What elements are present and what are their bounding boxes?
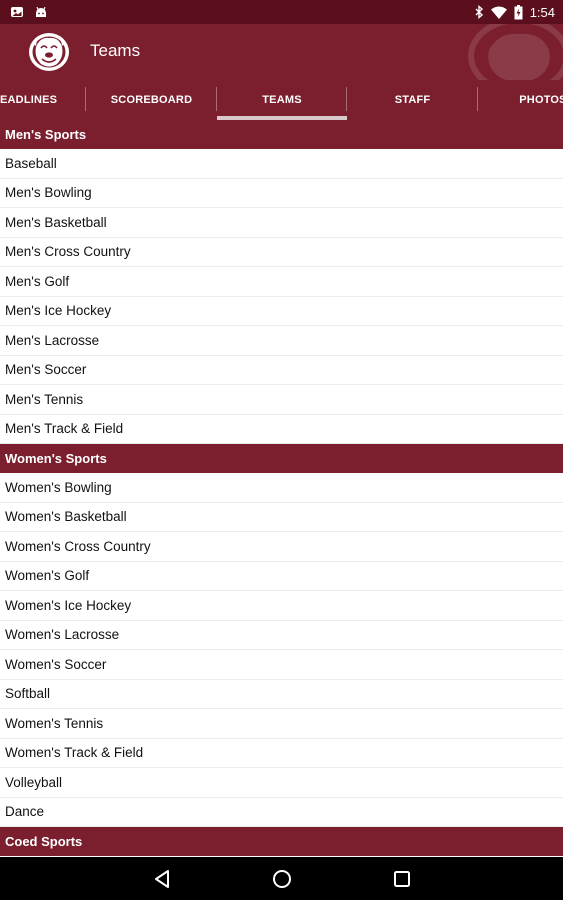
- team-label: Women's Lacrosse: [5, 627, 120, 643]
- battery-charging-icon: [514, 4, 523, 20]
- tab-label: PHOTOS: [519, 94, 563, 106]
- android-notification-icon: [34, 5, 48, 19]
- status-time: 1:54: [529, 4, 555, 20]
- bluetooth-icon: [474, 5, 484, 19]
- tab-bar: EADLINES SCOREBOARD TEAMS STAFF PHOTOS: [0, 80, 563, 120]
- tab-scoreboard[interactable]: SCOREBOARD: [86, 80, 217, 120]
- team-label: Women's Ice Hockey: [5, 597, 132, 613]
- section-header-mens-sports: Men's Sports: [0, 120, 563, 149]
- team-label: Women's Golf: [5, 568, 90, 584]
- team-item-mens-soccer[interactable]: Men's Soccer: [0, 355, 563, 385]
- recents-icon[interactable]: [390, 867, 414, 891]
- section-header-womens-sports: Women's Sports: [0, 444, 563, 473]
- team-label: Men's Track & Field: [5, 421, 124, 437]
- system-nav-bar: [0, 857, 563, 900]
- tab-headlines[interactable]: EADLINES: [0, 80, 86, 120]
- tab-photos[interactable]: PHOTOS: [478, 80, 563, 120]
- section-title: Coed Sports: [5, 834, 83, 849]
- team-label: Men's Bowling: [5, 185, 92, 201]
- wifi-icon: [490, 6, 507, 19]
- team-label: Women's Basketball: [5, 509, 127, 525]
- back-icon[interactable]: [150, 867, 174, 891]
- tab-teams[interactable]: TEAMS: [217, 80, 347, 120]
- team-item-mens-lacrosse[interactable]: Men's Lacrosse: [0, 326, 563, 356]
- section-title: Women's Sports: [5, 451, 107, 466]
- teams-list[interactable]: Men's Sports Baseball Men's Bowling Men'…: [0, 120, 563, 857]
- team-item-softball[interactable]: Softball: [0, 679, 563, 709]
- team-item-mens-tennis[interactable]: Men's Tennis: [0, 385, 563, 415]
- tab-staff[interactable]: STAFF: [347, 80, 478, 120]
- team-item-dance[interactable]: Dance: [0, 797, 563, 827]
- team-item-baseball[interactable]: Baseball: [0, 149, 563, 179]
- status-system: 1:54: [474, 4, 563, 20]
- team-label: Women's Cross Country: [5, 538, 151, 554]
- team-label: Men's Ice Hockey: [5, 303, 112, 319]
- status-notifications: [0, 5, 48, 19]
- team-label: Men's Tennis: [5, 391, 84, 407]
- bulldog-logo-icon[interactable]: [26, 29, 72, 75]
- team-item-womens-cross-country[interactable]: Women's Cross Country: [0, 532, 563, 562]
- team-item-womens-tennis[interactable]: Women's Tennis: [0, 709, 563, 739]
- page-title: Teams: [90, 41, 141, 60]
- team-label: Men's Soccer: [5, 362, 87, 378]
- team-label: Men's Basketball: [5, 214, 107, 230]
- section-header-coed-sports: Coed Sports: [0, 827, 563, 856]
- team-item-mens-golf[interactable]: Men's Golf: [0, 267, 563, 297]
- tab-label: STAFF: [394, 94, 431, 106]
- team-label: Women's Bowling: [5, 479, 112, 495]
- team-item-mens-cross-country[interactable]: Men's Cross Country: [0, 237, 563, 267]
- team-label: Women's Tennis: [5, 715, 104, 731]
- team-item-womens-basketball[interactable]: Women's Basketball: [0, 502, 563, 532]
- tab-label: SCOREBOARD: [110, 94, 193, 106]
- team-item-womens-ice-hockey[interactable]: Women's Ice Hockey: [0, 591, 563, 621]
- tab-label: EADLINES: [0, 94, 58, 106]
- team-item-mens-track-field[interactable]: Men's Track & Field: [0, 414, 563, 444]
- photo-notification-icon: [10, 5, 24, 19]
- team-label: Softball: [5, 686, 51, 702]
- tab-label: TEAMS: [262, 94, 302, 106]
- team-item-womens-golf[interactable]: Women's Golf: [0, 561, 563, 591]
- team-label: Dance: [5, 804, 45, 820]
- team-label: Men's Lacrosse: [5, 332, 100, 348]
- section-title: Men's Sports: [5, 127, 87, 142]
- app-bar: Teams: [0, 24, 563, 80]
- team-item-womens-lacrosse[interactable]: Women's Lacrosse: [0, 620, 563, 650]
- team-label: Men's Golf: [5, 273, 70, 289]
- team-label: Women's Soccer: [5, 656, 107, 672]
- team-item-mens-bowling[interactable]: Men's Bowling: [0, 178, 563, 208]
- team-item-womens-bowling[interactable]: Women's Bowling: [0, 473, 563, 503]
- team-item-mens-ice-hockey[interactable]: Men's Ice Hockey: [0, 296, 563, 326]
- team-label: Volleyball: [5, 774, 63, 790]
- team-item-mens-basketball[interactable]: Men's Basketball: [0, 208, 563, 238]
- team-label: Men's Cross Country: [5, 244, 131, 260]
- team-label: Baseball: [5, 155, 57, 171]
- team-label: Women's Track & Field: [5, 745, 144, 761]
- team-item-volleyball[interactable]: Volleyball: [0, 768, 563, 798]
- team-item-womens-track-field[interactable]: Women's Track & Field: [0, 738, 563, 768]
- team-item-womens-soccer[interactable]: Women's Soccer: [0, 650, 563, 680]
- home-icon[interactable]: [270, 867, 294, 891]
- status-bar: 1:54: [0, 0, 563, 24]
- watermark-logo-icon: [449, 24, 563, 80]
